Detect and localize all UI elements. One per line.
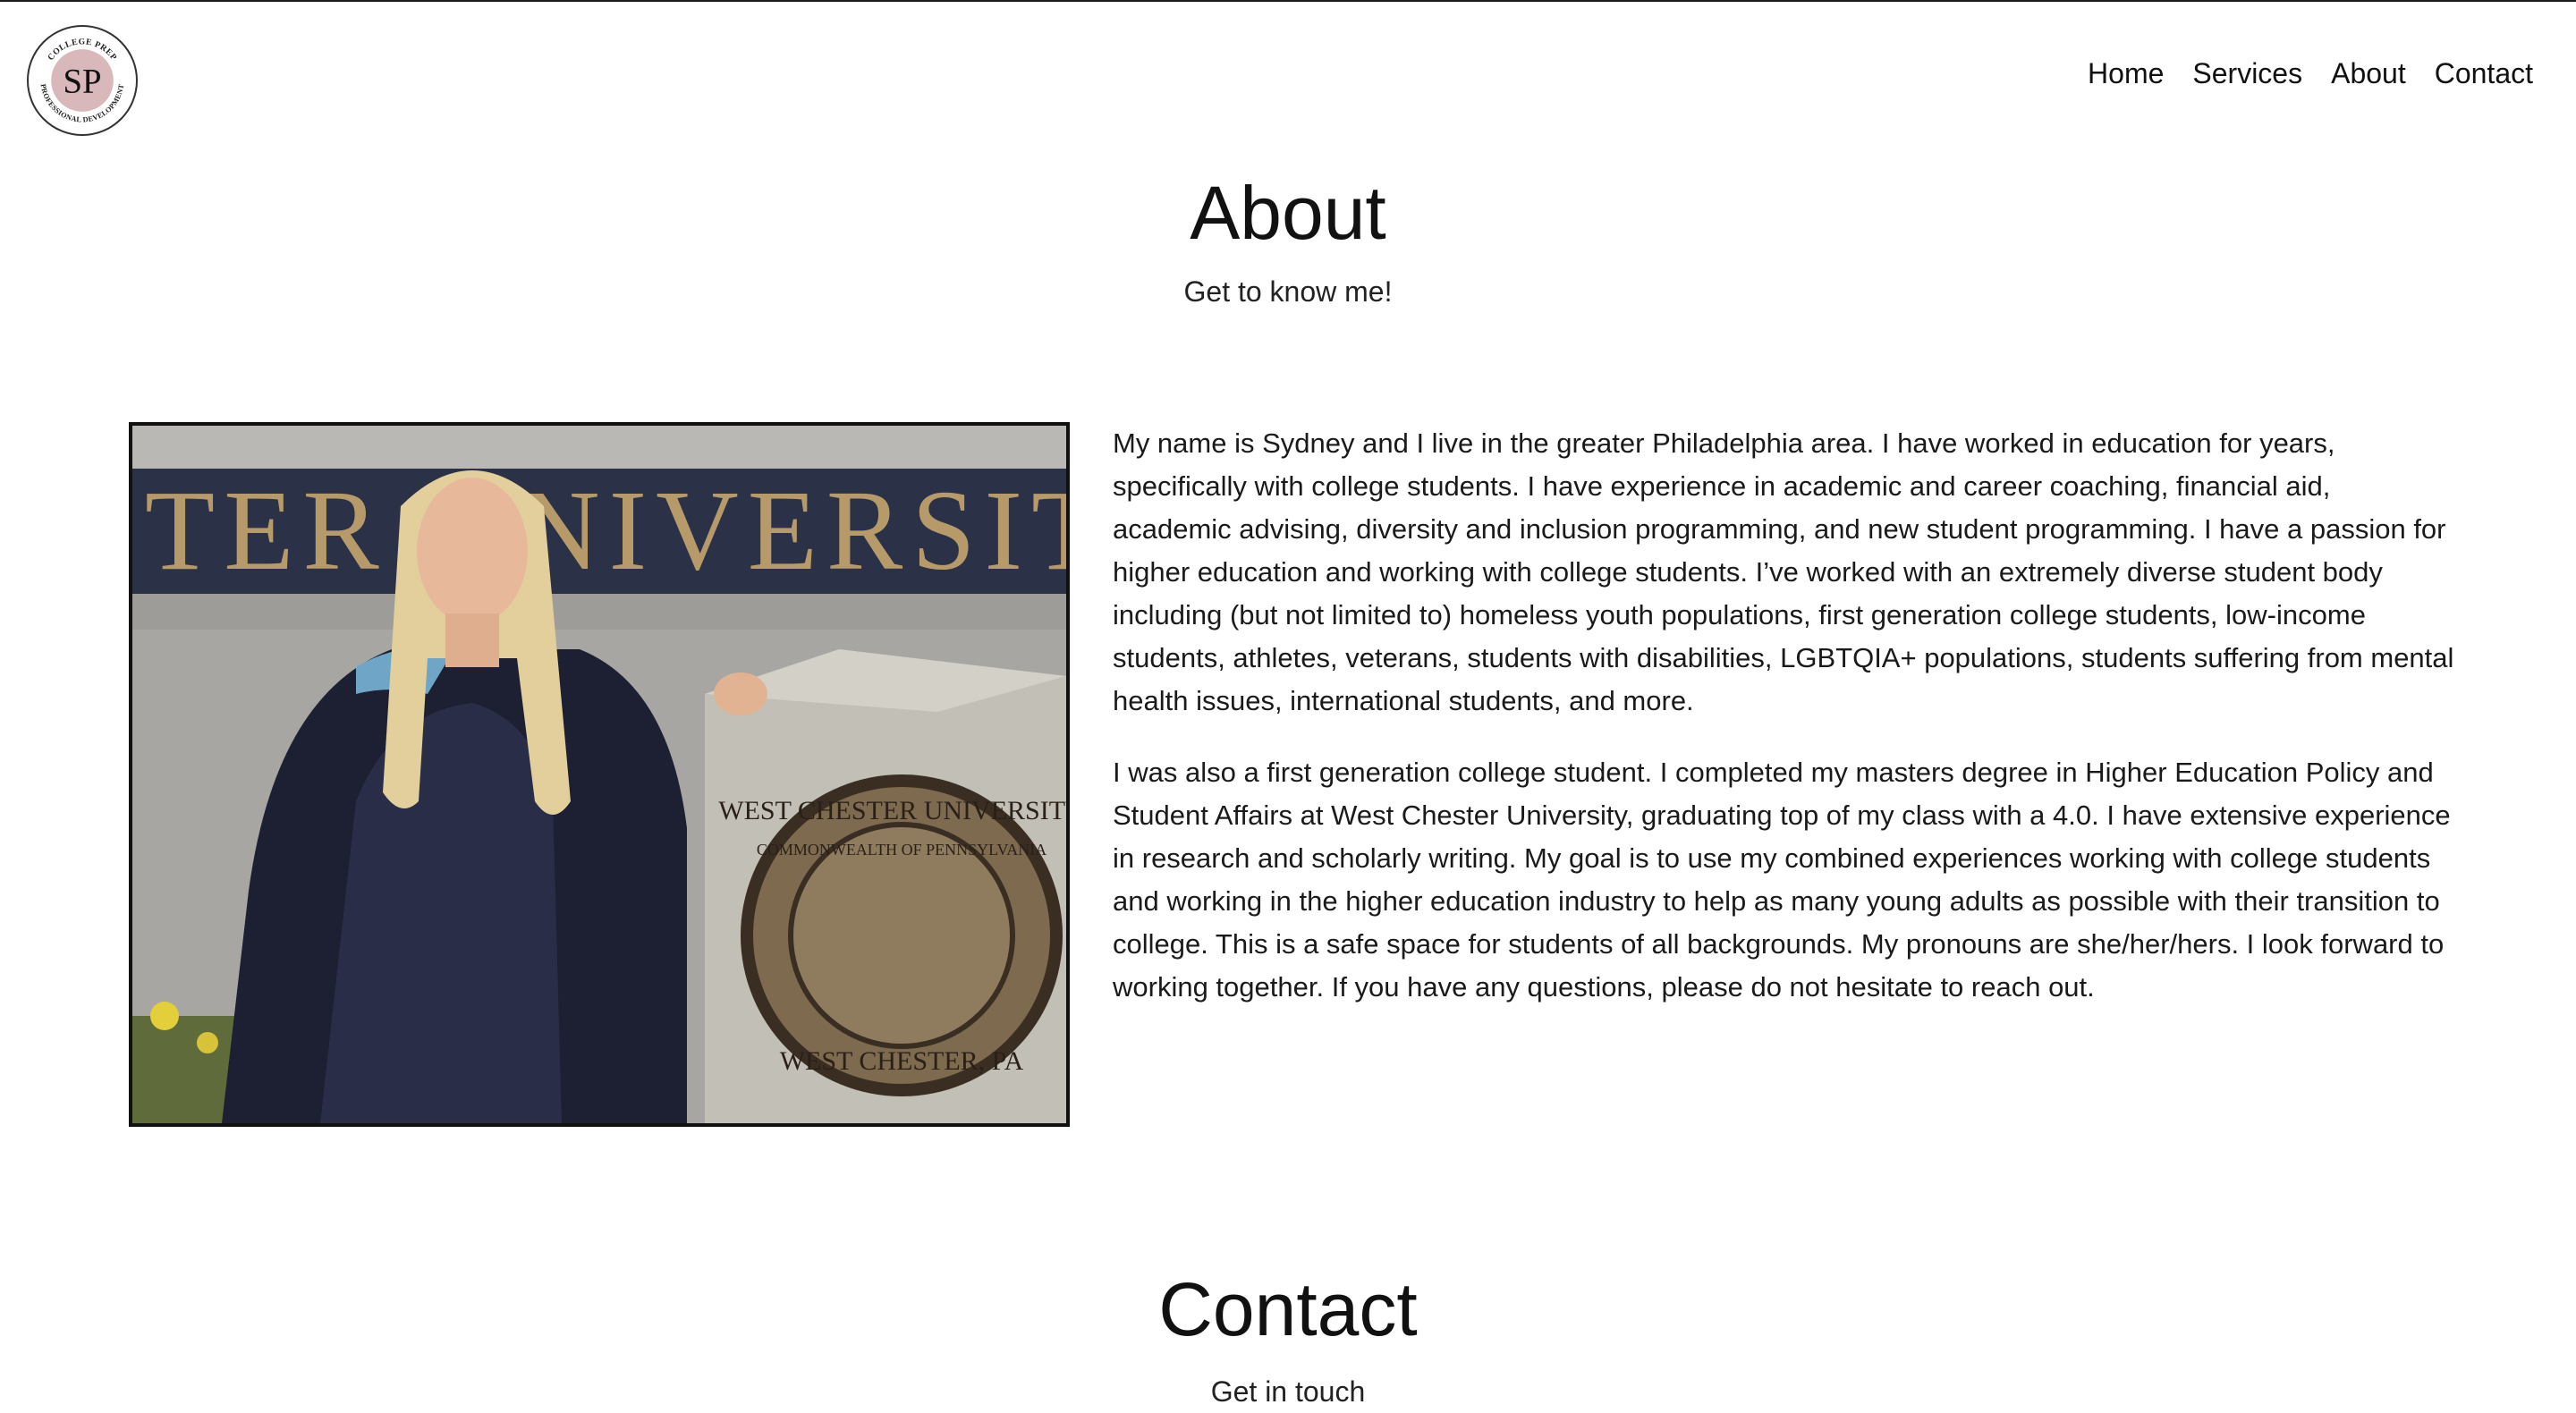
photo-banner-text: TER UNIVERSITY xyxy=(145,467,1066,594)
site-logo[interactable]: COLLEGE PREP PROFESSIONAL DEVELOPMENT SP xyxy=(27,25,138,136)
graduation-photo: TER UNIVERSITY WEST CHESTER UNIVERSITY C… xyxy=(129,422,1070,1127)
seal-text-inner: COMMONWEALTH OF PENNSYLVANIA xyxy=(757,841,1046,859)
about-heading: About xyxy=(1190,171,1386,255)
graduation-photo-image: TER UNIVERSITY WEST CHESTER UNIVERSITY C… xyxy=(132,426,1066,1123)
about-body: My name is Sydney and I live in the grea… xyxy=(1113,422,2454,1037)
logo-emblem-icon: COLLEGE PREP PROFESSIONAL DEVELOPMENT SP xyxy=(39,37,125,123)
nav-contact-link[interactable]: Contact xyxy=(2435,57,2533,90)
nav-about-link[interactable]: About xyxy=(2331,57,2406,90)
about-paragraph-1: My name is Sydney and I live in the grea… xyxy=(1113,427,2454,716)
contact-heading: Contact xyxy=(1158,1267,1418,1351)
logo-initials: SP xyxy=(63,63,101,101)
nav-services-link[interactable]: Services xyxy=(2192,57,2302,90)
main-nav: Home Services About Contact xyxy=(2088,57,2533,90)
nav-home-link[interactable]: Home xyxy=(2088,57,2164,90)
seal-text-top: WEST CHESTER UNIVERSITY xyxy=(718,796,1066,825)
seal-text-bottom: WEST CHESTER, PA xyxy=(780,1046,1024,1076)
contact-subheading: Get in touch xyxy=(1210,1375,1366,1408)
about-paragraph-2: I was also a first generation college st… xyxy=(1113,757,2451,1003)
about-subheading: Get to know me! xyxy=(1183,275,1393,308)
